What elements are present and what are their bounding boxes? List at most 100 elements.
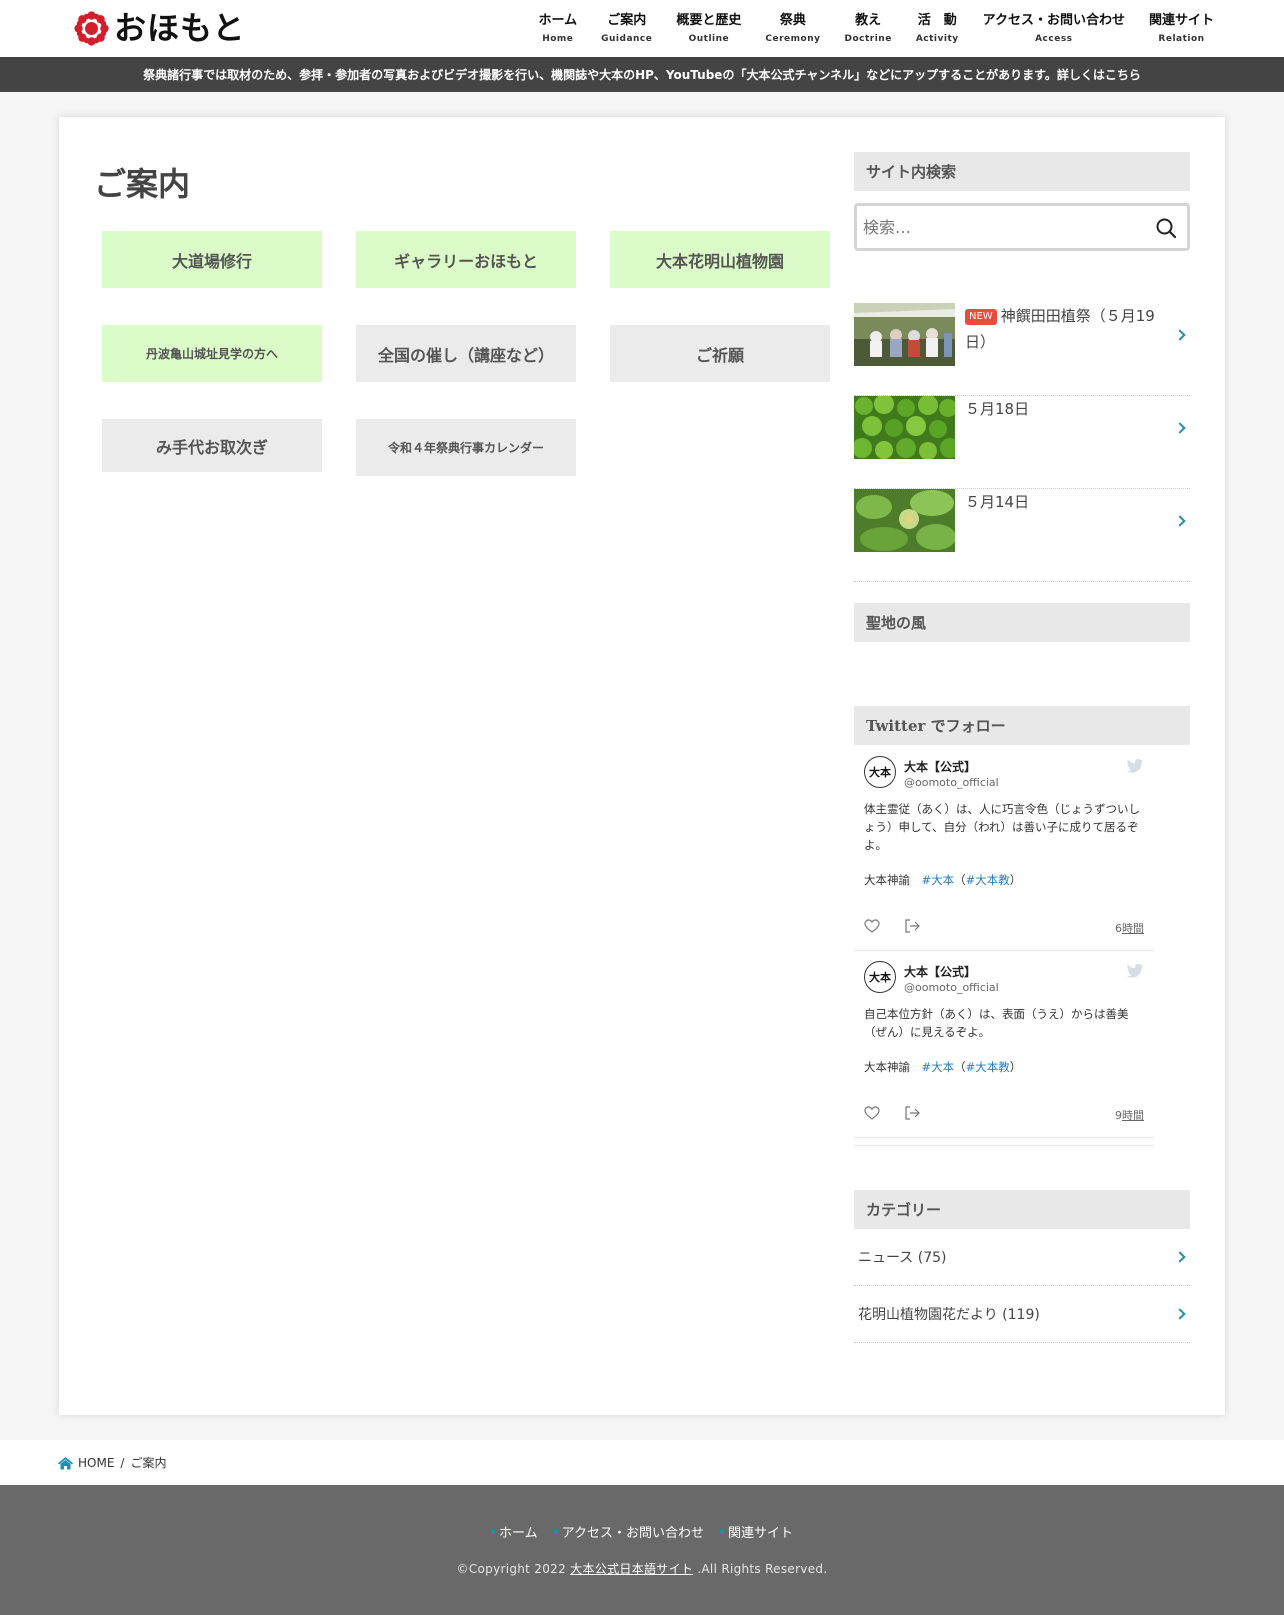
heart-icon[interactable] (864, 918, 880, 933)
nav-ceremony[interactable]: 祭典 Ceremony (753, 0, 832, 57)
twitter-widget-title: Twitter でフォロー (854, 706, 1190, 745)
search-icon[interactable] (1155, 217, 1177, 239)
nav-sublabel: Activity (915, 33, 959, 44)
post-item[interactable]: ５月14日 (854, 489, 1190, 582)
new-badge: NEW (965, 309, 997, 325)
copyright-site-link[interactable]: 大本公式日本語サイト (570, 1562, 693, 1576)
twitter-timeline: 大本 大本【公式】 @oomoto_official 体主霊従（あく）は、人に巧… (854, 746, 1154, 1146)
tweet-time-number: 6 (1115, 922, 1122, 935)
tweet-author-name[interactable]: 大本【公式】 (904, 758, 976, 775)
nav-sublabel: Outline (688, 33, 730, 44)
chevron-right-icon (1174, 1251, 1186, 1263)
nav-activity[interactable]: 活 動 Activity (904, 0, 971, 57)
tile-event-calendar[interactable]: 令和４年祭典行事カレンダー (356, 419, 576, 476)
post-item[interactable]: NEW 神饌田田植祭（５月19日） (854, 303, 1190, 396)
home-icon[interactable] (57, 1456, 74, 1470)
avatar[interactable]: 大本 (864, 756, 896, 788)
tweet-author-handle[interactable]: @oomoto_official (904, 981, 999, 994)
tile-prayer[interactable]: ご祈願 (610, 325, 830, 382)
tweet[interactable]: 大本 大本【公式】 @oomoto_official 体主霊従（あく）は、人に巧… (854, 746, 1154, 951)
twitter-bird-icon[interactable] (1126, 758, 1144, 773)
hashtag-link[interactable]: #大本 (922, 873, 955, 887)
post-title: ５月14日 (965, 493, 1030, 511)
tweet-source-text: 大本神諭 (864, 1060, 910, 1074)
nav-label: 教え (855, 12, 882, 28)
nav-doctrine[interactable]: 教え Doctrine (832, 0, 903, 57)
tile-gallery[interactable]: ギャラリーおほもと (356, 231, 576, 288)
nav-outline[interactable]: 概要と歴史 Outline (664, 0, 753, 57)
site-footer: ホーム アクセス・お問い合わせ 関連サイト ©Copyright 2022 大本… (0, 1485, 1284, 1615)
nav-sublabel: Doctrine (844, 33, 892, 44)
nav-sublabel: Ceremony (765, 33, 821, 44)
footer-nav-access[interactable]: アクセス・お問い合わせ (553, 1522, 704, 1541)
tile-dojo-training[interactable]: 大道場修行 (102, 231, 322, 288)
tweet-author-handle[interactable]: @oomoto_official (904, 776, 999, 789)
copyright-suffix: .All Rights Reserved. (697, 1562, 828, 1576)
nav-label: アクセス・お問い合わせ (982, 12, 1125, 28)
tweet-source: 大本神諭 #大本（#大本教） (864, 873, 1022, 887)
page-title: ご案内 (94, 165, 191, 203)
category-item-flower-news[interactable]: 花明山植物園花だより (119) (854, 1286, 1190, 1343)
tweet-time-unit: 時間 (1122, 1109, 1144, 1122)
tweet-time-unit: 時間 (1122, 922, 1144, 935)
nav-label: 概要と歴史 (676, 12, 742, 28)
tweet-timestamp[interactable]: 6時間 (1115, 920, 1144, 936)
copyright-prefix: ©Copyright 2022 (456, 1562, 567, 1576)
breadcrumb-current: ご案内 (130, 1456, 167, 1470)
category-widget-title: カテゴリー (854, 1190, 1190, 1229)
tile-botanical-garden[interactable]: 大本花明山植物園 (610, 231, 830, 288)
tweet-source: 大本神諭 #大本（#大本教） (864, 1060, 1022, 1074)
nav-label: ご案内 (607, 12, 647, 28)
nav-label: 活 動 (917, 12, 957, 28)
chevron-right-icon (1174, 1308, 1186, 1320)
oomoto-emblem-icon (73, 10, 110, 47)
heart-icon[interactable] (864, 1105, 880, 1120)
site-logo[interactable]: おほもと (73, 9, 245, 47)
nav-home[interactable]: ホーム Home (527, 0, 590, 57)
breadcrumb-home-link[interactable]: HOME (78, 1456, 114, 1470)
bullet-icon (553, 1529, 558, 1534)
post-item[interactable]: ５月18日 (854, 396, 1190, 489)
twitter-bird-icon[interactable] (1126, 963, 1144, 978)
search-input[interactable] (863, 212, 1143, 242)
footer-nav-label: 関連サイト (727, 1526, 793, 1541)
post-thumbnail (854, 303, 955, 366)
avatar[interactable]: 大本 (864, 961, 896, 993)
hashtag-link[interactable]: #大本 (922, 1060, 955, 1074)
logo-text: おほもと (114, 9, 246, 47)
category-label: ニュース (75) (858, 1250, 947, 1266)
seichi-widget-title: 聖地の風 (854, 603, 1190, 642)
breadcrumb-separator: / (120, 1455, 125, 1470)
tile-kameyama-castle[interactable]: 丹波亀山城址見学の方へ (102, 325, 322, 382)
category-item-news[interactable]: ニュース (75) (854, 1229, 1190, 1286)
footer-nav-relation[interactable]: 関連サイト (719, 1522, 793, 1541)
nav-sublabel: Guidance (601, 33, 653, 44)
site-header: おほもと ホーム Home ご案内 Guidance 概要と歴史 Outline 祭典… (0, 0, 1284, 57)
tweet[interactable]: 大本 大本【公式】 @oomoto_official 自己本位方針（あく）は、表… (854, 951, 1154, 1138)
nav-guidance[interactable]: ご案内 Guidance (589, 0, 664, 57)
tweet-timestamp[interactable]: 9時間 (1115, 1107, 1144, 1123)
bullet-icon (719, 1529, 724, 1534)
share-icon[interactable] (904, 1105, 920, 1120)
footer-nav: ホーム アクセス・お問い合わせ 関連サイト (0, 1522, 1284, 1541)
tile-mitedai[interactable]: み手代お取次ぎ (102, 419, 322, 472)
share-icon[interactable] (904, 918, 920, 933)
footer-nav-label: ホーム (499, 1526, 538, 1541)
post-title: NEW 神饌田田植祭（５月19日） (965, 303, 1160, 355)
footer-nav-home[interactable]: ホーム (491, 1522, 538, 1541)
notice-bar[interactable]: 祭典諸行事では取材のため、参拝・参加者の写真およびビデオ撮影を行い、機関誌や大本… (0, 57, 1284, 92)
nav-relation[interactable]: 関連サイト Relation (1137, 0, 1226, 57)
tweet-source-text: 大本神諭 (864, 873, 910, 887)
chevron-right-icon (1174, 329, 1186, 341)
hashtag-link[interactable]: #大本教 (966, 1060, 1010, 1074)
nav-access[interactable]: アクセス・お問い合わせ Access (971, 0, 1137, 57)
category-label: 花明山植物園花だより (119) (858, 1307, 1040, 1323)
tweet-author-name[interactable]: 大本【公式】 (904, 963, 976, 980)
nav-sublabel: Relation (1158, 33, 1205, 44)
tile-nationwide-events[interactable]: 全国の催し（講座など） (356, 325, 576, 382)
nav-label: 関連サイト (1148, 12, 1214, 28)
copyright: ©Copyright 2022 大本公式日本語サイト .All Rights R… (0, 1560, 1284, 1577)
hashtag-link[interactable]: #大本教 (966, 873, 1010, 887)
post-thumbnail (854, 489, 955, 552)
nav-sublabel: Access (1035, 33, 1073, 44)
